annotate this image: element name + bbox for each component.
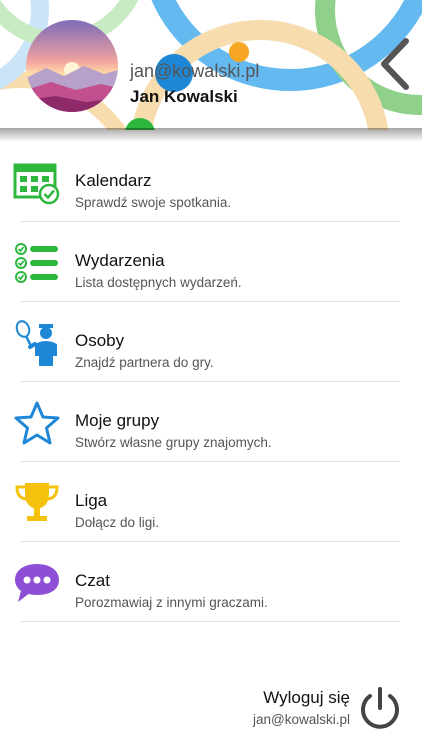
divider [20,621,400,622]
calendar-check-icon [12,160,62,206]
menu-item-wydarzenia[interactable]: Wydarzenia Lista dostępnych wydarzeń. [0,222,422,302]
header-shadow [0,128,422,142]
tennis-player-icon [12,320,62,366]
tennis-ball-orange-icon [229,42,249,62]
menu-item-subtitle: Lista dostępnych wydarzeń. [75,275,242,290]
chat-bubble-icon [12,560,62,606]
footer-email: jan@kowalski.pl [253,712,350,727]
menu-item-title: Liga [75,491,108,510]
menu-item-liga[interactable]: Liga Dołącz do ligi. [0,462,422,542]
menu-item-title: Czat [75,571,110,590]
checklist-icon [12,240,62,286]
menu-item-czat[interactable]: Czat Porozmawiaj z innymi graczami. [0,542,422,622]
logout-label[interactable]: Wyloguj się [263,688,350,708]
menu-item-title: Osoby [75,331,125,350]
logout-button[interactable] [357,686,403,732]
drawer-header: jan@kowalski.pl Jan Kowalski [0,0,422,130]
chevron-left-icon [381,38,409,90]
menu-item-osoby[interactable]: Osoby Znajdź partnera do gry. [0,302,422,382]
menu-item-subtitle: Znajdź partnera do gry. [75,355,214,370]
menu-item-subtitle: Stwórz własne grupy znajomych. [75,435,272,450]
header-email: jan@kowalski.pl [130,61,260,81]
star-icon [12,400,62,446]
menu-item-kalendarz[interactable]: Kalendarz Sprawdź swoje spotkania. [0,142,422,222]
drawer-menu: Kalendarz Sprawdź swoje spotkania. Wydar… [0,142,422,622]
power-icon [361,687,399,729]
menu-item-title: Kalendarz [75,171,152,190]
trophy-icon [12,480,62,526]
menu-item-subtitle: Dołącz do ligi. [75,515,160,530]
back-button[interactable] [372,34,416,94]
header-user-name: Jan Kowalski [130,87,238,106]
menu-item-subtitle: Porozmawiaj z innymi graczami. [75,595,268,610]
menu-item-title: Moje grupy [75,411,160,430]
menu-item-title: Wydarzenia [75,251,165,270]
menu-item-moje-grupy[interactable]: Moje grupy Stwórz własne grupy znajomych… [0,382,422,462]
menu-item-subtitle: Sprawdź swoje spotkania. [75,195,232,210]
avatar[interactable] [26,20,118,112]
